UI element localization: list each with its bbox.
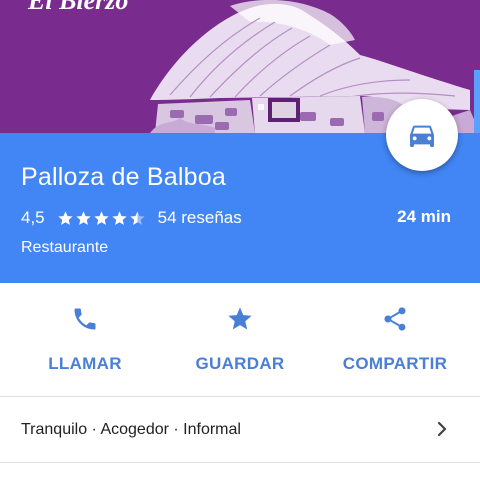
share-label: COMPARTIR	[342, 354, 448, 373]
rating-value: 4,5	[21, 208, 45, 227]
rating-stars	[57, 210, 147, 227]
divider	[0, 462, 480, 463]
attributes-row[interactable]: Tranquilo · Acogedor · Informal	[0, 397, 480, 462]
star-full-icon	[76, 210, 91, 225]
save-button[interactable]: GUARDAR	[160, 283, 320, 396]
rating-row[interactable]: 4,5 54 reseñas	[21, 207, 242, 229]
star-full-icon	[58, 210, 73, 225]
star-icon	[228, 307, 252, 330]
drive-time: 24 min	[397, 207, 451, 226]
attributes-text: Tranquilo · Acogedor · Informal	[21, 420, 241, 438]
save-label: GUARDAR	[195, 354, 285, 373]
chevron-right-icon	[437, 421, 447, 437]
car-icon	[410, 125, 434, 147]
place-name: Palloza de Balboa	[21, 163, 226, 191]
place-category: Restaurante	[21, 239, 109, 256]
phone-icon	[74, 308, 96, 330]
star-full-icon	[112, 210, 127, 225]
call-button[interactable]: LLAMAR	[5, 283, 165, 396]
share-icon	[384, 307, 406, 331]
star-full-icon	[94, 210, 109, 225]
reviews-count: 54 reseñas	[157, 208, 242, 227]
star-half-icon	[130, 210, 145, 225]
directions-button[interactable]	[386, 99, 458, 171]
call-label: LLAMAR	[48, 354, 122, 373]
action-bar: LLAMAR GUARDAR COMPARTIR	[0, 283, 480, 396]
share-button[interactable]: COMPARTIR	[315, 283, 475, 396]
